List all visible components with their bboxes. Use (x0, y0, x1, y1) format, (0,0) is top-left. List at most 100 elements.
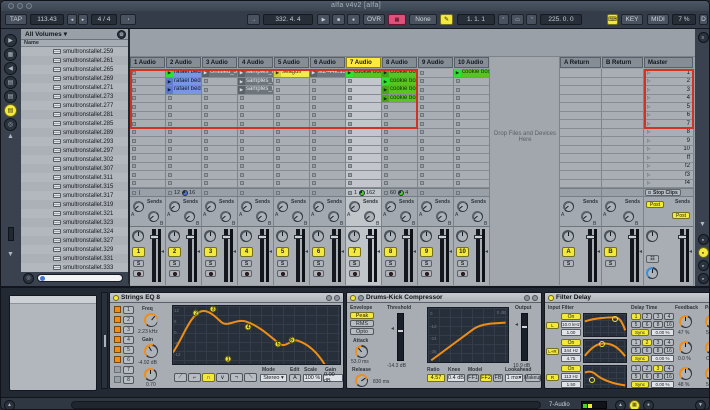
clip-stop-icon[interactable] (132, 105, 136, 109)
clip-slot[interactable] (560, 146, 602, 155)
clip-stop-icon[interactable] (384, 181, 388, 185)
clip-stop-icon[interactable] (204, 191, 208, 195)
clip-slot[interactable] (454, 86, 490, 95)
clip-stop-icon[interactable] (276, 96, 280, 100)
clip-stop-icon[interactable] (420, 113, 424, 117)
clip-slot[interactable] (418, 69, 454, 78)
pan-knob[interactable] (204, 230, 216, 242)
clip-stop-icon[interactable] (312, 113, 316, 117)
scale-field[interactable]: 100 % (303, 374, 322, 382)
filter-type-button[interactable]: ⟋ (174, 373, 187, 382)
hot-swap-icon[interactable] (524, 295, 530, 301)
pan-knob[interactable] (168, 230, 180, 242)
send-a-knob[interactable] (457, 201, 468, 212)
clip-slot[interactable] (238, 171, 274, 180)
clip-stop-icon[interactable] (204, 139, 208, 143)
clip-slot[interactable] (454, 78, 490, 87)
clip-slot[interactable] (454, 180, 490, 189)
pan-knob[interactable] (240, 230, 252, 242)
clip-play-icon[interactable]: ▶ (382, 95, 389, 103)
clip-slot[interactable] (382, 163, 418, 172)
edit-button[interactable]: A (289, 374, 301, 382)
list-item[interactable]: smultronstallet.293 (21, 137, 128, 146)
scene-slot[interactable]: ▷6 (644, 112, 694, 121)
channel-button[interactable]: R (546, 374, 559, 381)
scene-row[interactable]: ▷7 (644, 120, 693, 128)
clip[interactable]: ▶seagull (274, 69, 309, 77)
list-item[interactable]: smultronstallet.331 (21, 254, 128, 263)
arm-record-button[interactable] (169, 270, 180, 277)
clip-slot[interactable] (202, 95, 238, 104)
clip-slot[interactable] (560, 112, 602, 121)
clip-slot[interactable] (454, 120, 490, 129)
filter-freq-field[interactable]: 344 Hz (561, 347, 581, 354)
send-a-knob[interactable] (313, 201, 324, 212)
send-a-knob[interactable] (169, 201, 180, 212)
clip-stop-icon[interactable] (420, 71, 424, 75)
clip-slot[interactable] (602, 78, 644, 87)
clip-slot[interactable] (238, 120, 274, 129)
delay-offset-field[interactable]: 0.00 % (651, 355, 674, 362)
solo-button[interactable]: S (169, 260, 180, 267)
clip-stop-icon[interactable] (456, 113, 460, 117)
clip-slot[interactable] (382, 171, 418, 180)
io-toggle-icon[interactable]: ● (698, 234, 709, 245)
clip-stop-icon[interactable] (348, 96, 352, 100)
clip-play-icon[interactable]: ▶ (310, 69, 317, 77)
track-header-8-audio[interactable]: 8 Audio (382, 57, 417, 68)
clip-stop-icon[interactable] (384, 191, 388, 195)
clip-slot[interactable] (602, 129, 644, 138)
clip-slot[interactable]: ▶rafael bed m (166, 86, 202, 95)
clip-slot[interactable] (346, 163, 382, 172)
clip-stop-icon[interactable] (384, 105, 388, 109)
ratio-field[interactable]: 4.57 (427, 374, 445, 382)
clip-stop-icon[interactable] (132, 122, 136, 126)
beat-button[interactable]: 16 (664, 373, 674, 380)
clip-stop-icon[interactable] (168, 139, 172, 143)
scene-play-icon[interactable]: ▷ (647, 95, 650, 101)
fold-device-icon[interactable] (334, 295, 340, 301)
eq-curve-display[interactable]: 1260-6-12 123456 (172, 305, 341, 365)
beat-button[interactable]: 6 (642, 321, 652, 328)
send-a-knob[interactable] (421, 201, 432, 212)
eq-band-number[interactable]: 2 (123, 316, 134, 324)
solo-button[interactable]: S (349, 260, 360, 267)
stop-all-clips-button[interactable]: Stop Clips (645, 189, 681, 196)
post-pre-b-button[interactable]: Post (672, 212, 690, 219)
scene-slot[interactable]: ▷1 (644, 69, 694, 78)
scene-slot[interactable]: ▷9 (644, 137, 694, 146)
clip-slot[interactable] (346, 120, 382, 129)
filter-type-button[interactable]: ⌐ (188, 373, 201, 382)
clip-stop-icon[interactable] (240, 130, 244, 134)
clip-stop-icon[interactable] (240, 139, 244, 143)
search-input[interactable] (37, 274, 123, 282)
clip-slot[interactable] (454, 112, 490, 121)
collapse-browser-icon[interactable]: ▲ (7, 133, 14, 140)
clip[interactable]: ▶samples_fo (238, 86, 273, 94)
clip-slot[interactable] (560, 78, 602, 87)
filter-display[interactable] (583, 365, 627, 389)
eq-band-number[interactable]: 8 (123, 376, 134, 384)
clip-stop-icon[interactable] (204, 122, 208, 126)
clip-slot[interactable] (130, 120, 166, 129)
scene-play-icon[interactable]: ▷ (647, 155, 650, 161)
track-header-9-audio[interactable]: 9 Audio (418, 57, 453, 68)
beat-button[interactable]: 4 (664, 365, 674, 372)
sidechain-fold-icon[interactable] (358, 295, 364, 301)
beat-button[interactable]: 6 (642, 373, 652, 380)
clip-stop-icon[interactable] (168, 130, 172, 134)
clip-stop-icon[interactable] (132, 191, 136, 195)
beat-button[interactable]: 1 (631, 365, 641, 372)
clip-stop-icon[interactable] (384, 156, 388, 160)
clip-stop-icon[interactable] (456, 191, 460, 195)
eq-band-toggle[interactable] (114, 336, 121, 343)
clip-slot[interactable] (560, 154, 602, 163)
scene-row[interactable]: ▷f2 (644, 163, 693, 171)
clip-slot[interactable] (274, 129, 310, 138)
track-header-1-audio[interactable]: 1 Audio (130, 57, 165, 68)
clip-slot[interactable]: ▶seagull (274, 69, 310, 78)
clip-slot[interactable] (166, 120, 202, 129)
solo-button[interactable]: S (457, 260, 468, 267)
scene-slot[interactable]: ▷2 (644, 78, 694, 87)
clip-slot[interactable] (166, 103, 202, 112)
